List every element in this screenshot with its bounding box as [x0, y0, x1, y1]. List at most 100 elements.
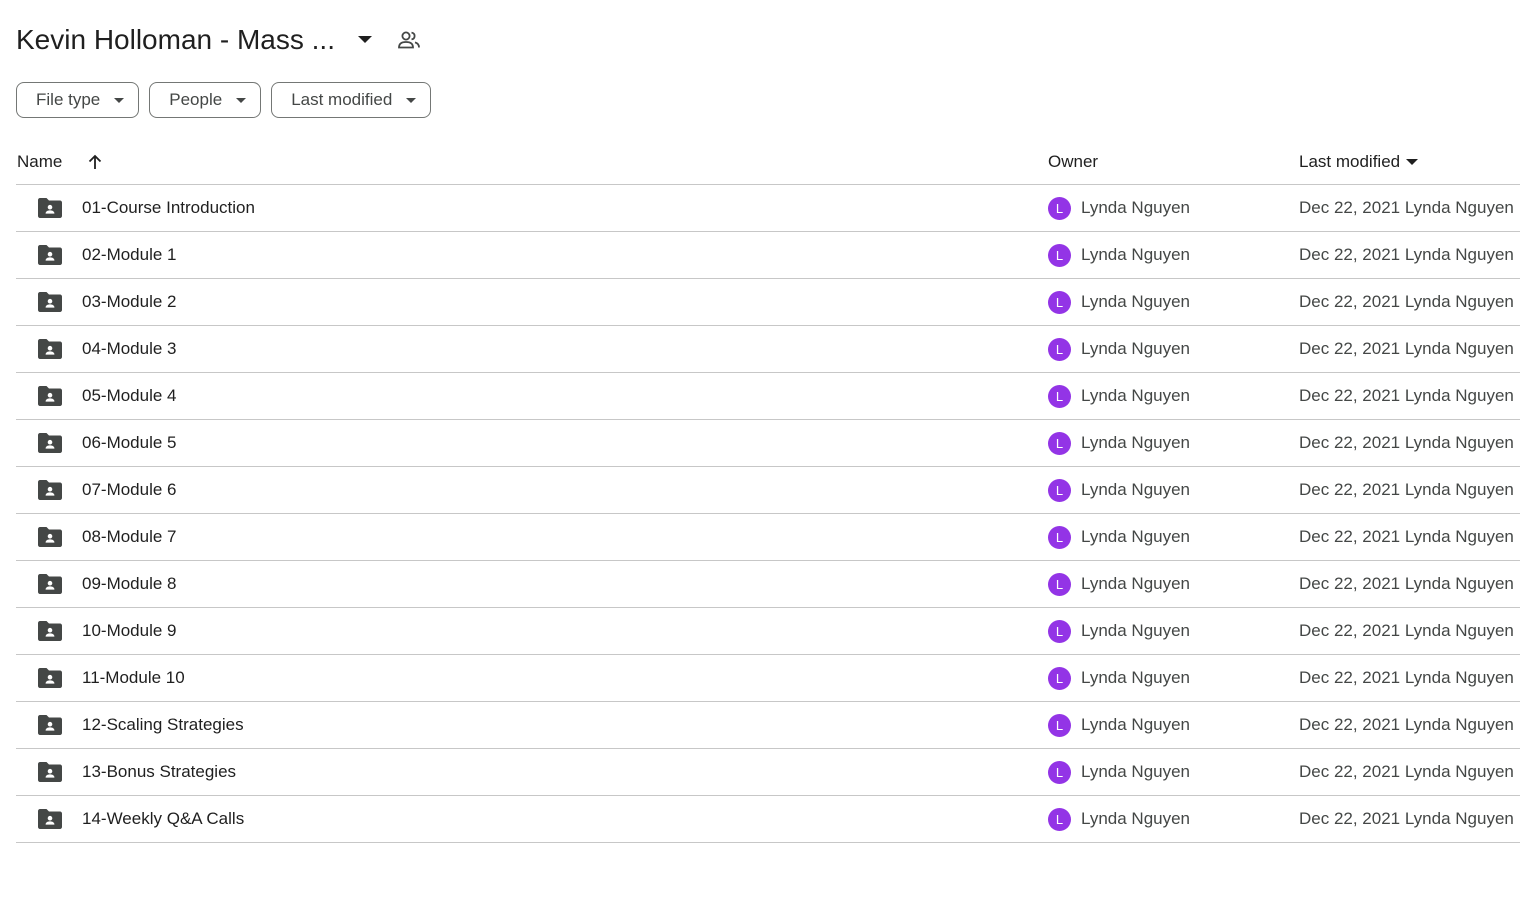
shared-folder-icon [37, 197, 63, 219]
last-modified-value: Dec 22, 2021 Lynda Nguyen [1299, 198, 1514, 217]
folder-name: 11-Module 10 [82, 668, 185, 687]
table-row[interactable]: 02-Module 1 L Lynda Nguyen Dec 22, 2021 … [16, 232, 1520, 279]
shared-folder-icon [37, 338, 63, 360]
table-row[interactable]: 10-Module 9 L Lynda Nguyen Dec 22, 2021 … [16, 608, 1520, 655]
shared-folder-icon [37, 479, 63, 501]
table-row[interactable]: 12-Scaling Strategies L Lynda Nguyen Dec… [16, 702, 1520, 749]
folder-name: 02-Module 1 [82, 245, 177, 264]
table-row[interactable]: 14-Weekly Q&A Calls L Lynda Nguyen Dec 2… [16, 796, 1520, 843]
owner-name: Lynda Nguyen [1081, 292, 1191, 311]
file-list: Name Owner Last modified 01-Course Intro… [16, 138, 1520, 843]
shared-folder-icon [37, 620, 63, 642]
table-row[interactable]: 01-Course Introduction L Lynda Nguyen De… [16, 185, 1520, 232]
shared-folder-icon [37, 291, 63, 313]
last-modified-value: Dec 22, 2021 Lynda Nguyen [1299, 809, 1514, 828]
table-row[interactable]: 05-Module 4 L Lynda Nguyen Dec 22, 2021 … [16, 373, 1520, 420]
folder-name: 04-Module 3 [82, 339, 177, 358]
file-type-filter[interactable]: File type [16, 82, 140, 118]
arrow-drop-down-icon [236, 97, 247, 103]
avatar: L [1048, 479, 1071, 502]
avatar: L [1048, 385, 1071, 408]
shared-folder-icon [37, 761, 63, 783]
column-header-name[interactable]: Name [17, 152, 102, 172]
avatar: L [1048, 714, 1071, 737]
folder-name: 12-Scaling Strategies [82, 715, 244, 734]
owner-name: Lynda Nguyen [1081, 715, 1191, 734]
shared-folder-icon [37, 244, 63, 266]
owner-name: Lynda Nguyen [1081, 574, 1191, 593]
avatar: L [1048, 761, 1071, 784]
last-modified-value: Dec 22, 2021 Lynda Nguyen [1299, 715, 1514, 734]
last-modified-value: Dec 22, 2021 Lynda Nguyen [1299, 762, 1514, 781]
last-modified-value: Dec 22, 2021 Lynda Nguyen [1299, 339, 1514, 358]
shared-folder-icon [37, 385, 63, 407]
arrow-drop-down-icon [114, 97, 125, 103]
folder-name: 10-Module 9 [82, 621, 177, 640]
column-label: Last modified [1299, 152, 1401, 171]
avatar: L [1048, 526, 1071, 549]
avatar: L [1048, 244, 1071, 267]
owner-name: Lynda Nguyen [1081, 433, 1191, 452]
folder-name: 01-Course Introduction [82, 198, 255, 217]
table-row[interactable]: 06-Module 5 L Lynda Nguyen Dec 22, 2021 … [16, 420, 1520, 467]
avatar: L [1048, 573, 1071, 596]
owner-name: Lynda Nguyen [1081, 668, 1191, 687]
avatar: L [1048, 338, 1071, 361]
column-header-last-modified[interactable]: Last modified [1299, 152, 1419, 172]
filter-label: File type [36, 90, 101, 109]
folder-name: 07-Module 6 [82, 480, 177, 499]
last-modified-value: Dec 22, 2021 Lynda Nguyen [1299, 621, 1514, 640]
shared-folder-icon [37, 714, 63, 736]
column-label: Name [17, 152, 63, 171]
last-modified-filter[interactable]: Last modified [271, 82, 432, 118]
avatar: L [1048, 291, 1071, 314]
table-row[interactable]: 11-Module 10 L Lynda Nguyen Dec 22, 2021… [16, 655, 1520, 702]
table-row[interactable]: 08-Module 7 L Lynda Nguyen Dec 22, 2021 … [16, 514, 1520, 561]
arrow-upward-icon[interactable] [88, 154, 102, 170]
owner-name: Lynda Nguyen [1081, 527, 1191, 546]
avatar: L [1048, 808, 1071, 831]
people-filter[interactable]: People [149, 82, 262, 118]
arrow-drop-down-icon [1406, 159, 1419, 165]
last-modified-value: Dec 22, 2021 Lynda Nguyen [1299, 245, 1514, 264]
owner-name: Lynda Nguyen [1081, 198, 1191, 217]
folder-name: 09-Module 8 [82, 574, 177, 593]
last-modified-value: Dec 22, 2021 Lynda Nguyen [1299, 292, 1514, 311]
owner-name: Lynda Nguyen [1081, 809, 1191, 828]
owner-name: Lynda Nguyen [1081, 762, 1191, 781]
avatar: L [1048, 197, 1071, 220]
last-modified-value: Dec 22, 2021 Lynda Nguyen [1299, 668, 1514, 687]
shared-folder-icon [37, 432, 63, 454]
table-row[interactable]: 09-Module 8 L Lynda Nguyen Dec 22, 2021 … [16, 561, 1520, 608]
arrow-drop-down-icon [406, 97, 417, 103]
table-row[interactable]: 03-Module 2 L Lynda Nguyen Dec 22, 2021 … [16, 279, 1520, 326]
folder-name: 03-Module 2 [82, 292, 177, 311]
shared-folder-icon [37, 526, 63, 548]
people-icon[interactable] [393, 24, 425, 56]
table-row[interactable]: 04-Module 3 L Lynda Nguyen Dec 22, 2021 … [16, 326, 1520, 373]
avatar: L [1048, 667, 1071, 690]
folder-name: 14-Weekly Q&A Calls [82, 809, 245, 828]
filter-label: Last modified [291, 90, 393, 109]
filter-bar: File type People Last modified [16, 82, 432, 118]
avatar: L [1048, 432, 1071, 455]
table-row[interactable]: 07-Module 6 L Lynda Nguyen Dec 22, 2021 … [16, 467, 1520, 514]
last-modified-value: Dec 22, 2021 Lynda Nguyen [1299, 574, 1514, 593]
owner-name: Lynda Nguyen [1081, 339, 1191, 358]
avatar: L [1048, 620, 1071, 643]
shared-folder-icon [37, 667, 63, 689]
last-modified-value: Dec 22, 2021 Lynda Nguyen [1299, 386, 1514, 405]
folder-name: 06-Module 5 [82, 433, 177, 452]
owner-name: Lynda Nguyen [1081, 621, 1191, 640]
last-modified-value: Dec 22, 2021 Lynda Nguyen [1299, 433, 1514, 452]
folder-name: 08-Module 7 [82, 527, 177, 546]
folder-title[interactable]: Kevin Holloman - Mass ... [16, 24, 335, 56]
arrow-drop-down-icon[interactable] [349, 24, 381, 56]
owner-name: Lynda Nguyen [1081, 386, 1191, 405]
shared-folder-icon [37, 808, 63, 830]
folder-name: 13-Bonus Strategies [82, 762, 237, 781]
column-header-owner[interactable]: Owner [1048, 152, 1098, 172]
table-body: 01-Course Introduction L Lynda Nguyen De… [16, 185, 1520, 843]
table-row[interactable]: 13-Bonus Strategies L Lynda Nguyen Dec 2… [16, 749, 1520, 796]
folder-name: 05-Module 4 [82, 386, 177, 405]
